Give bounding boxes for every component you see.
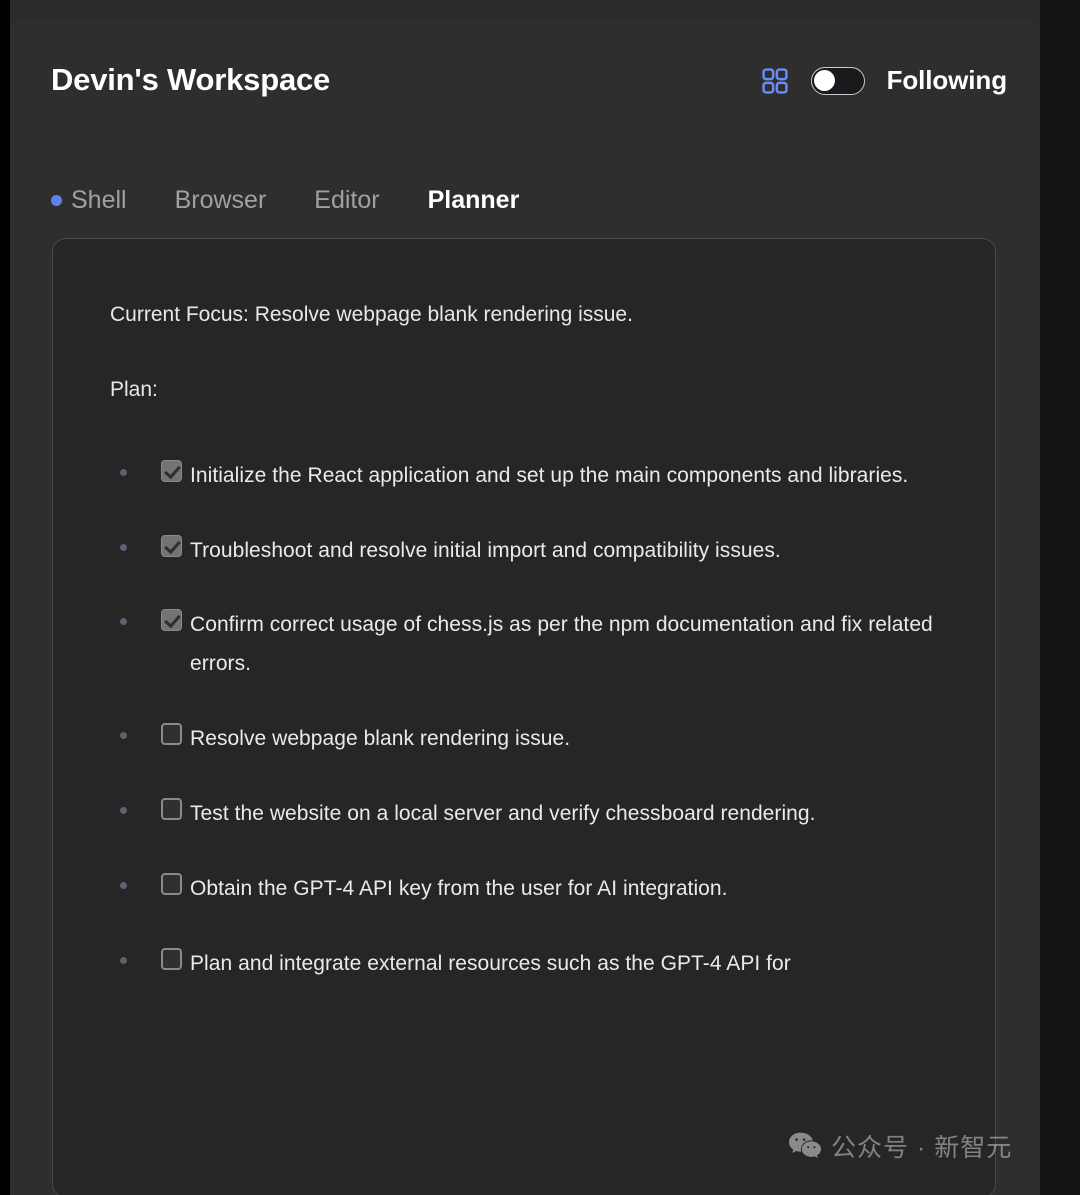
tab-editor-label: Editor bbox=[314, 186, 379, 215]
list-item-label: Resolve webpage blank rendering issue. bbox=[190, 720, 570, 759]
list-item[interactable]: Troubleshoot and resolve initial import … bbox=[110, 532, 960, 571]
planner-panel: Current Focus: Resolve webpage blank ren… bbox=[52, 238, 996, 1195]
list-item[interactable]: Resolve webpage blank rendering issue. bbox=[110, 720, 960, 759]
planner-content: Current Focus: Resolve webpage blank ren… bbox=[110, 301, 960, 1019]
bullet-icon bbox=[120, 544, 127, 551]
checkbox-unchecked-icon[interactable] bbox=[161, 723, 182, 745]
list-item-label: Test the website on a local server and v… bbox=[190, 795, 816, 834]
following-toggle[interactable] bbox=[811, 67, 865, 95]
bullet-icon bbox=[120, 882, 127, 889]
current-focus-text: Current Focus: Resolve webpage blank ren… bbox=[110, 301, 960, 329]
right-gutter bbox=[1040, 0, 1080, 1195]
following-toggle-label: Following bbox=[887, 65, 1007, 96]
list-item-label: Obtain the GPT-4 API key from the user f… bbox=[190, 870, 728, 909]
list-item-label: Plan and integrate external resources su… bbox=[190, 945, 791, 984]
page-title: Devin's Workspace bbox=[51, 62, 330, 98]
checkbox-checked-icon[interactable] bbox=[161, 609, 182, 631]
tab-editor[interactable]: Editor bbox=[314, 186, 379, 215]
plan-label: Plan: bbox=[110, 376, 960, 404]
tab-browser[interactable]: Browser bbox=[175, 186, 267, 215]
workspace-card: Devin's Workspace Following Shell bbox=[10, 18, 1040, 1195]
checkbox-unchecked-icon[interactable] bbox=[161, 798, 182, 820]
bullet-icon bbox=[120, 957, 127, 964]
list-item-label: Confirm correct usage of chess.js as per… bbox=[190, 606, 960, 684]
tab-planner-label: Planner bbox=[428, 186, 520, 215]
list-item-label: Initialize the React application and set… bbox=[190, 457, 908, 496]
tab-browser-label: Browser bbox=[175, 186, 267, 215]
checkbox-unchecked-icon[interactable] bbox=[161, 948, 182, 970]
grid-view-icon[interactable] bbox=[761, 67, 789, 95]
bullet-icon bbox=[120, 469, 127, 476]
bullet-icon bbox=[120, 618, 127, 625]
tab-planner[interactable]: Planner bbox=[428, 186, 520, 215]
list-item[interactable]: Confirm correct usage of chess.js as per… bbox=[110, 606, 960, 684]
workspace-header: Devin's Workspace Following bbox=[10, 18, 1040, 138]
status-dot-icon bbox=[51, 195, 62, 206]
list-item-label: Troubleshoot and resolve initial import … bbox=[190, 532, 781, 571]
tab-shell[interactable]: Shell bbox=[51, 186, 127, 215]
list-item[interactable]: Obtain the GPT-4 API key from the user f… bbox=[110, 870, 960, 909]
list-item[interactable]: Plan and integrate external resources su… bbox=[110, 945, 960, 984]
plan-checklist: Initialize the React application and set… bbox=[110, 457, 960, 984]
tab-shell-label: Shell bbox=[71, 186, 127, 215]
workspace-tabs: Shell Browser Editor Planner bbox=[51, 186, 567, 215]
list-item[interactable]: Test the website on a local server and v… bbox=[110, 795, 960, 834]
bullet-icon bbox=[120, 807, 127, 814]
bullet-icon bbox=[120, 732, 127, 739]
list-item[interactable]: Initialize the React application and set… bbox=[110, 457, 960, 496]
header-controls: Following bbox=[761, 65, 1007, 96]
checkbox-unchecked-icon[interactable] bbox=[161, 873, 182, 895]
checkbox-checked-icon[interactable] bbox=[161, 535, 182, 557]
following-toggle-knob bbox=[814, 70, 835, 91]
checkbox-checked-icon[interactable] bbox=[161, 460, 182, 482]
screenshot-viewport: Devin's Workspace Following Shell bbox=[0, 0, 1080, 1195]
